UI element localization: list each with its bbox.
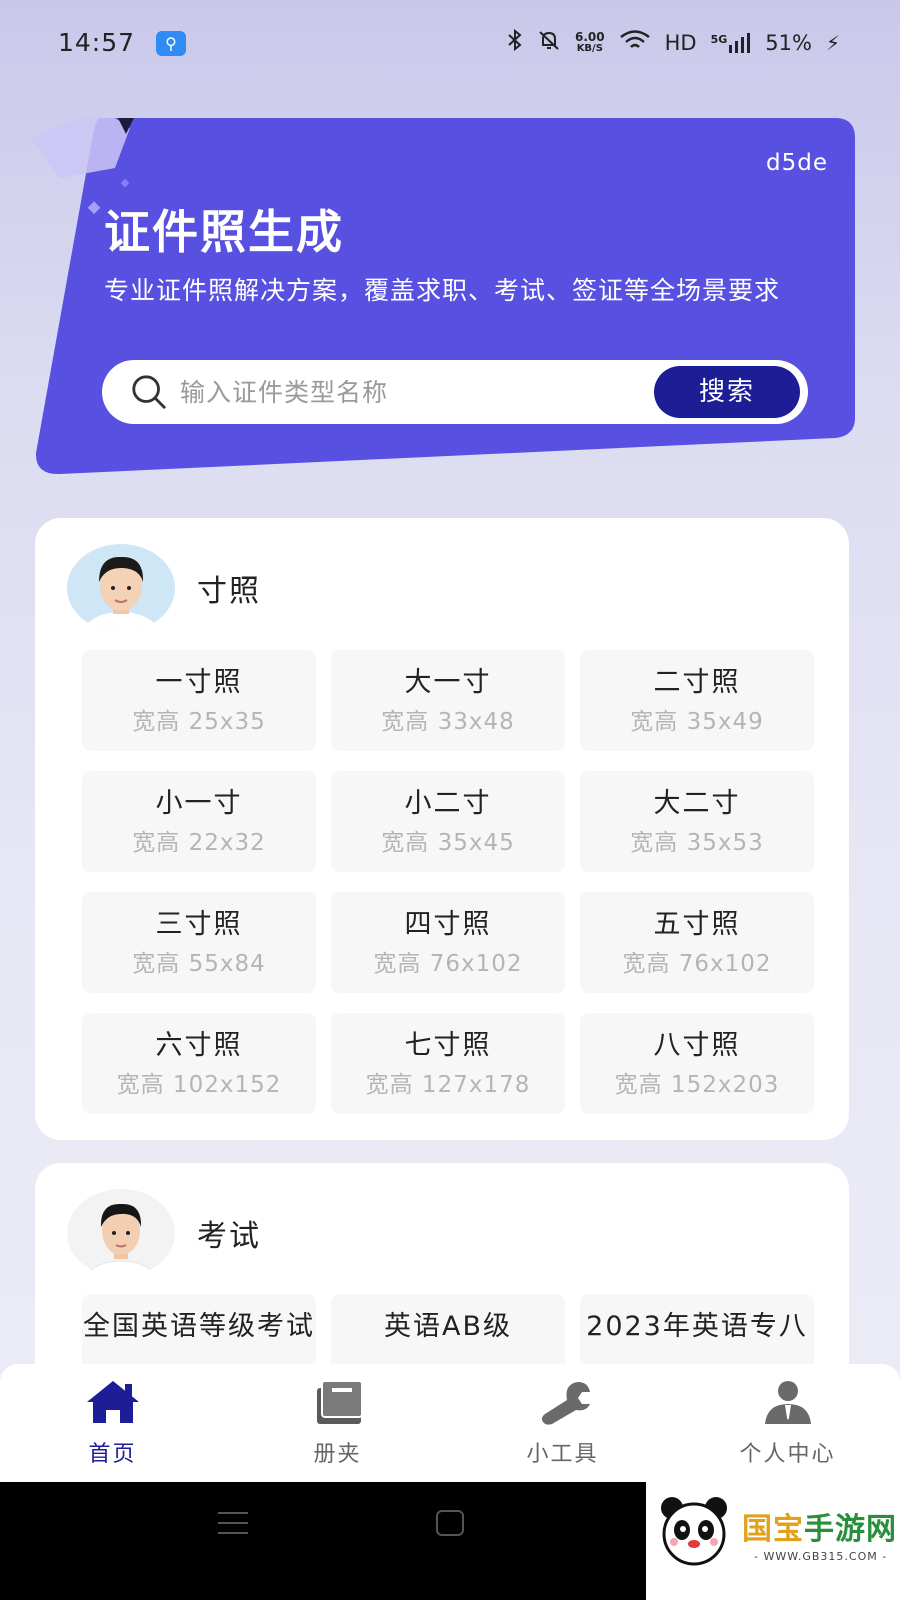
battery-level: 51% (765, 30, 812, 55)
hero-description: 专业证件照解决方案，覆盖求职、考试、签证等全场景要求 (104, 276, 781, 305)
search-bar: 搜索 (102, 360, 808, 424)
status-icons: 6.00 KB/S HD 5G 51% ⚡ (507, 28, 840, 57)
usb-icon: ⚲ (156, 31, 186, 56)
search-icon (132, 375, 166, 409)
photo-size-grid: 一寸照 宽高 25x35 大一寸 宽高 33x48 二寸照 宽高 35x49 小一寸宽… (82, 650, 814, 1114)
photo-size-item[interactable]: 五寸照 宽高 76x102 (580, 892, 814, 993)
photo-size-item[interactable]: 七寸照 宽高 127x178 (331, 1013, 565, 1114)
photo-size-item[interactable]: 二寸照 宽高 35x49 (580, 650, 814, 751)
charging-icon: ⚡ (825, 30, 840, 55)
section-header: 考试 (67, 1189, 261, 1277)
status-bar: 14:57 ⚲ 6.00 KB/S HD 5G 51% ⚡ (0, 0, 900, 90)
nav-tools[interactable]: 小工具 (450, 1364, 675, 1482)
bottom-nav: 首页 册夹 小工具 个人中心 (0, 1364, 900, 1482)
wrench-icon (541, 1382, 590, 1425)
photo-size-item[interactable]: 小二寸 宽高 35x45 (331, 771, 565, 872)
avatar (67, 544, 175, 632)
wifi-icon (619, 29, 651, 56)
photo-size-item[interactable]: 三寸照 宽高 55x84 (82, 892, 316, 993)
nav-album[interactable]: 册夹 (225, 1364, 450, 1482)
photo-size-item[interactable]: 八寸照 宽高 152x203 (580, 1013, 814, 1114)
photo-size-item[interactable]: 小一寸 宽高 22x32 (82, 771, 316, 872)
status-time: 14:57 (58, 28, 136, 57)
user-id: d5de (766, 150, 828, 176)
mute-bell-icon (537, 28, 561, 57)
search-input[interactable] (180, 377, 650, 407)
nav-home[interactable]: 首页 (0, 1364, 225, 1482)
section-title: 考试 (197, 1219, 261, 1254)
photo-size-item[interactable]: 大一寸 宽高 33x48 (331, 650, 565, 751)
search-button[interactable]: 搜索 (654, 366, 800, 418)
watermark-brand: 国宝手游网 (742, 1512, 897, 1547)
user-icon (764, 1381, 811, 1424)
bluetooth-icon (507, 28, 523, 57)
panda-icon (661, 1497, 727, 1566)
section-title: 寸照 (197, 574, 261, 609)
home-square-icon[interactable] (436, 1510, 464, 1536)
menu-icon[interactable] (218, 1512, 248, 1542)
photo-size-item[interactable]: 一寸照 宽高 25x35 (82, 650, 316, 751)
photo-size-item[interactable]: 六寸照 宽高 102x152 (82, 1013, 316, 1114)
album-icon (316, 1380, 363, 1424)
avatar (67, 1189, 175, 1277)
hd-label: HD (664, 30, 697, 55)
photo-size-item[interactable]: 四寸照 宽高 76x102 (331, 892, 565, 993)
section-card-photo-sizes: 寸照 一寸照 宽高 25x35 大一寸 宽高 33x48 二寸照 宽高 35x49 小… (35, 518, 849, 1140)
net-speed: 6.00 KB/S (575, 29, 605, 54)
watermark-url: - WWW.GB315.COM - (754, 1550, 888, 1563)
nav-profile[interactable]: 个人中心 (675, 1364, 900, 1482)
signal-icon: 5G (711, 32, 752, 53)
page-title: 证件照生成 (104, 205, 344, 259)
section-header: 寸照 (67, 544, 261, 632)
hero-banner: d5de 证件照生成 专业证件照解决方案，覆盖求职、考试、签证等全场景要求 搜索 (30, 118, 872, 478)
watermark-logo: 国宝手游网 - WWW.GB315.COM - (646, 1482, 900, 1600)
home-icon (86, 1381, 139, 1423)
photo-size-item[interactable]: 大二寸 宽高 35x53 (580, 771, 814, 872)
